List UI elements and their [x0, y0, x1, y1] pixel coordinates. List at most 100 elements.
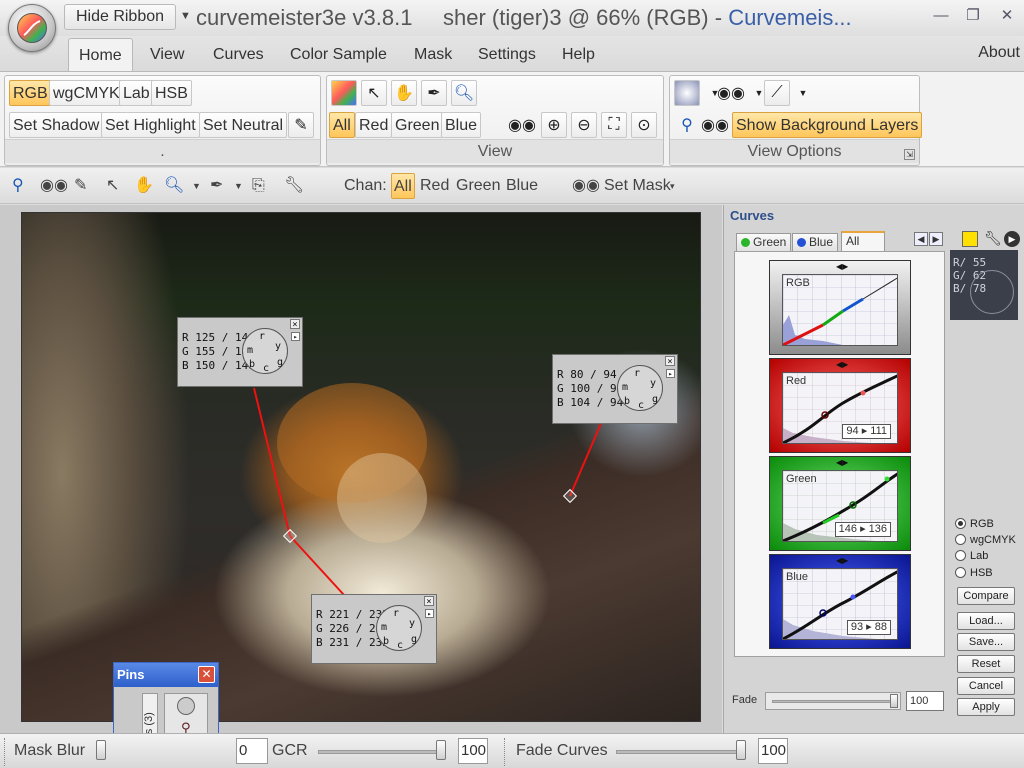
folder-icon[interactable] [962, 231, 978, 247]
lab-button[interactable]: Lab [119, 80, 154, 106]
curve-card-rgb[interactable]: ◀▶ RGB [769, 260, 911, 355]
fade-curves-slider-track[interactable] [616, 750, 746, 754]
fade-slider[interactable] [765, 692, 901, 710]
curve-plot[interactable]: Blue 93 ▸ 88 [782, 568, 898, 640]
hide-ribbon-button[interactable]: Hide Ribbon [64, 4, 176, 30]
close-icon[interactable]: × [290, 319, 300, 330]
pin-readout-1[interactable]: R 125 / 146 G 155 / 147 B 150 / 148 mry … [177, 317, 303, 387]
pin-readout-3[interactable]: R 221 / 232 G 226 / 231 B 231 / 233 mry … [311, 594, 437, 664]
reset-button[interactable]: Reset [957, 655, 1015, 673]
cancel-button[interactable]: Cancel [957, 677, 1015, 695]
hsb-button[interactable]: HSB [151, 80, 192, 106]
compare-button[interactable]: Compare [957, 587, 1015, 605]
show-background-layers-button[interactable]: Show Background Layers [732, 112, 923, 138]
zoom-icon[interactable]: 🔍︎ [451, 80, 477, 106]
mode-rgb-radio[interactable]: RGB [955, 518, 994, 530]
mask-view-icon[interactable]: ◉◉ [717, 80, 745, 106]
curve-graph-icon[interactable]: ⟋ [764, 80, 790, 106]
tab-view[interactable]: View [140, 38, 194, 72]
mask-blur-value[interactable]: 0 [236, 738, 268, 764]
minimize-icon[interactable]: — [930, 6, 952, 26]
set-mask-button[interactable]: Set Mask [604, 173, 671, 199]
curve-card-green[interactable]: ◀▶ Green 146 ▸ 136 [769, 456, 911, 551]
set-neutral-button[interactable]: Set Neutral [199, 112, 288, 138]
load-button[interactable]: Load... [957, 612, 1015, 630]
fade-curves-slider-thumb[interactable] [736, 740, 746, 760]
tab-color-sample[interactable]: Color Sample [280, 38, 397, 72]
menu-icon[interactable]: ▸ [666, 369, 675, 378]
curve-card-blue[interactable]: ◀▶ Blue 93 ▸ 88 [769, 554, 911, 649]
restore-icon[interactable]: ❐ [962, 6, 984, 26]
channel-blue-button[interactable]: Blue [441, 112, 482, 138]
chan-blue-button[interactable]: Blue [506, 173, 538, 199]
about-link[interactable]: About [978, 44, 1020, 62]
tab-all-curve[interactable]: All [841, 231, 885, 252]
close-icon[interactable]: ✕ [198, 666, 215, 683]
fade-slider-thumb[interactable] [890, 694, 898, 708]
eyedropper-icon[interactable]: ✒ [421, 80, 447, 106]
gcr-slider-track[interactable] [318, 750, 446, 754]
mask-goggles-icon[interactable]: ◉◉ [508, 112, 536, 138]
quick-access-dropdown-icon[interactable]: ▼ [180, 10, 191, 22]
pin-item-icon[interactable] [177, 697, 195, 715]
toolbar-overflow-icon[interactable]: ▾ [670, 173, 675, 199]
arrow-pointer-icon[interactable]: ↖ [106, 173, 119, 199]
graph-dropdown-icon[interactable]: ▼ [790, 80, 816, 106]
tab-home[interactable]: Home [68, 38, 133, 72]
hand-icon[interactable]: ✋ [134, 173, 154, 199]
close-icon[interactable]: × [665, 356, 675, 367]
curve-plot[interactable]: RGB [782, 274, 898, 346]
image-canvas-area[interactable]: R 125 / 146 G 155 / 147 B 150 / 148 mry … [0, 205, 722, 733]
hand-icon[interactable]: ✋ [391, 80, 417, 106]
chan-green-button[interactable]: Green [456, 173, 500, 199]
scroll-left-icon[interactable]: ◀ [914, 232, 928, 246]
mask-icon[interactable]: ◉◉ [40, 173, 68, 199]
pin-tool-icon[interactable]: ⚲ [674, 112, 700, 138]
curve-plot[interactable]: Red 94 ▸ 111 [782, 372, 898, 444]
channel-all-button[interactable]: All [329, 112, 355, 138]
set-shadow-button[interactable]: Set Shadow [9, 112, 104, 138]
tab-mask[interactable]: Mask [404, 38, 462, 72]
background-preview-icon[interactable] [674, 80, 700, 106]
fade-curves-value[interactable]: 100 [758, 738, 788, 764]
wrench-icon[interactable]: 🔧︎ [284, 173, 304, 199]
gcr-value[interactable]: 100 [458, 738, 488, 764]
rgb-button[interactable]: RGB [9, 80, 52, 106]
wrench-icon[interactable]: 🔧︎ [984, 230, 1002, 247]
curve-card-red[interactable]: ◀▶ Red 94 ▸ 111 [769, 358, 911, 453]
pin-icon[interactable]: ⚲ [12, 173, 24, 199]
mode-hsb-radio[interactable]: HSB [955, 567, 993, 579]
arrow-pointer-icon[interactable]: ↖ [361, 80, 387, 106]
eyedropper-dropdown-icon[interactable]: ▼ [234, 173, 243, 199]
fade-value-input[interactable]: 100 [906, 691, 944, 711]
channel-red-button[interactable]: Red [355, 112, 393, 138]
zoom-out-icon[interactable]: ⊖ [571, 112, 597, 138]
scroll-right-icon[interactable]: ▶ [929, 232, 943, 246]
copy-icon[interactable]: ⎘ [252, 173, 265, 199]
pen-icon[interactable]: ✎ [74, 173, 87, 199]
menu-icon[interactable]: ▸ [425, 609, 434, 618]
dialog-launcher-icon[interactable]: ⇲ [904, 149, 915, 160]
mask-blur-slider-thumb[interactable] [96, 740, 106, 760]
wgcmyk-button[interactable]: wgCMYK [49, 80, 124, 106]
zoom-actual-icon[interactable]: ⊙ [631, 112, 657, 138]
tab-curves[interactable]: Curves [203, 38, 274, 72]
play-icon[interactable]: ▶ [1004, 231, 1020, 247]
menu-icon[interactable]: ▸ [291, 332, 300, 341]
set-highlight-button[interactable]: Set Highlight [101, 112, 200, 138]
channel-green-button[interactable]: Green [391, 112, 444, 138]
zoom-dropdown-icon[interactable]: ▼ [192, 173, 201, 199]
tab-settings[interactable]: Settings [468, 38, 546, 72]
apply-button[interactable]: Apply [957, 698, 1015, 716]
chan-all-button[interactable]: All [391, 173, 415, 199]
close-icon[interactable]: × [424, 596, 434, 607]
zoom-in-icon[interactable]: ⊕ [541, 112, 567, 138]
eyedropper-icon[interactable]: ✒ [210, 173, 223, 199]
save-button[interactable]: Save... [957, 633, 1015, 651]
mask-layers-icon[interactable]: ◉◉ [701, 112, 729, 138]
zoom-icon[interactable]: 🔍︎ [164, 173, 184, 199]
gcr-slider-thumb[interactable] [436, 740, 446, 760]
tab-help[interactable]: Help [552, 38, 605, 72]
close-icon[interactable]: ✕ [996, 6, 1018, 26]
set-mask-icon[interactable]: ◉◉ [572, 173, 600, 199]
